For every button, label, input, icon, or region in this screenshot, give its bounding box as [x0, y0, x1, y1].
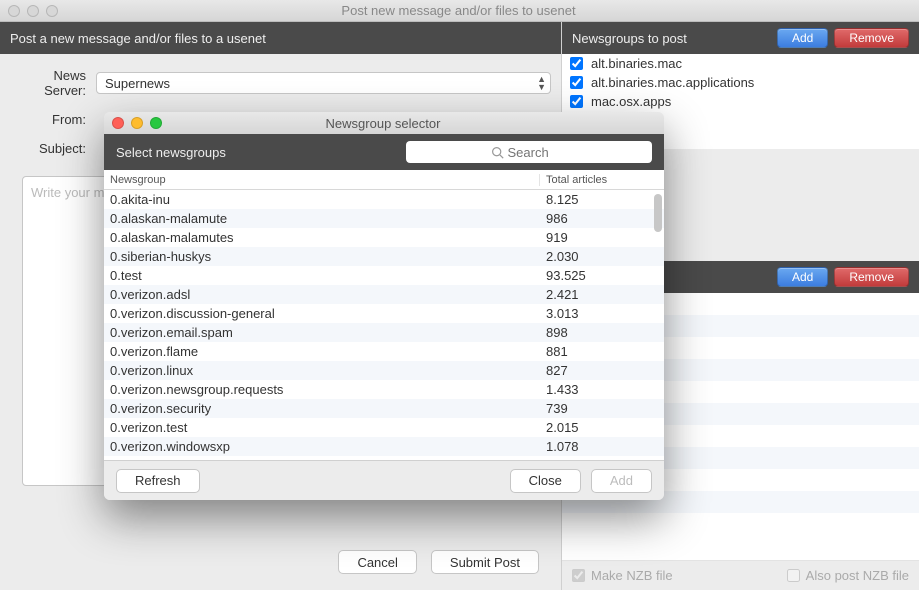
make-nzb-label: Make NZB file — [591, 568, 673, 583]
col-total-articles[interactable]: Total articles — [540, 174, 650, 186]
close-window-icon[interactable] — [8, 5, 20, 17]
col-newsgroup[interactable]: Newsgroup — [104, 174, 540, 186]
row-total: 8.125 — [540, 192, 650, 207]
newsgroup-table[interactable]: 0.akita-inu8.1250.alaskan-malamute9860.a… — [104, 190, 664, 460]
add-selected-button[interactable]: Add — [591, 469, 652, 493]
newsgroup-to-post-item[interactable]: alt.binaries.mac.applications — [562, 73, 919, 92]
newsgroup-checkbox[interactable] — [570, 95, 583, 108]
table-row[interactable]: 0.verizon.newsgroup.requests1.433 — [104, 380, 664, 399]
table-row[interactable]: 0.verizon.email.spam898 — [104, 323, 664, 342]
row-newsgroup: 0.verizon.adsl — [104, 287, 540, 302]
row-total: 2.421 — [540, 287, 650, 302]
table-row[interactable]: 0.verizon.windowsxp1.078 — [104, 437, 664, 456]
make-nzb-checkbox[interactable] — [572, 569, 585, 582]
add-file-button[interactable]: Add — [777, 267, 828, 287]
newsgroup-name: alt.binaries.mac — [591, 56, 682, 71]
cancel-button[interactable]: Cancel — [338, 550, 416, 574]
newsgroup-to-post-item[interactable]: mac.osx.apps — [562, 92, 919, 111]
row-newsgroup: 0.siberian-huskys — [104, 249, 540, 264]
row-newsgroup: 0.verizon.test — [104, 420, 540, 435]
modal-subheader: Select newsgroups — [116, 145, 406, 160]
label-from: From: — [10, 112, 96, 127]
row-newsgroup: 0.verizon.email.spam — [104, 325, 540, 340]
table-header: Newsgroup Total articles — [104, 170, 664, 190]
row-newsgroup: 0.verizon.flame — [104, 344, 540, 359]
row-total: 919 — [540, 230, 650, 245]
table-row[interactable]: 0.verizon.flame881 — [104, 342, 664, 361]
table-row[interactable]: 0.verizon.security739 — [104, 399, 664, 418]
window-title: Post new message and/or files to usenet — [58, 3, 919, 18]
zoom-window-icon[interactable] — [46, 5, 58, 17]
newsgroup-checkbox[interactable] — [570, 57, 583, 70]
modal-close-icon[interactable] — [112, 117, 124, 129]
row-newsgroup: 0.verizon.discussion-general — [104, 306, 540, 321]
remove-newsgroup-button[interactable]: Remove — [834, 28, 909, 48]
add-newsgroup-button[interactable]: Add — [777, 28, 828, 48]
also-post-nzb-label: Also post NZB file — [806, 568, 909, 583]
row-newsgroup: 0.test — [104, 268, 540, 283]
chevron-up-down-icon: ▲▼ — [537, 75, 546, 91]
table-row[interactable]: 0.verizon.discussion-general3.013 — [104, 304, 664, 323]
row-newsgroup: 0.verizon.newsgroup.requests — [104, 382, 540, 397]
newsgroup-name: alt.binaries.mac.applications — [591, 75, 754, 90]
row-total: 93.525 — [540, 268, 650, 283]
table-row[interactable]: 0.alaskan-malamute986 — [104, 209, 664, 228]
newsgroup-to-post-item[interactable]: alt.binaries.mac — [562, 54, 919, 73]
search-icon — [491, 146, 504, 159]
table-row[interactable]: 0.test93.525 — [104, 266, 664, 285]
modal-titlebar: Newsgroup selector — [104, 112, 664, 134]
news-server-select[interactable]: Supernews ▲▼ — [96, 72, 551, 94]
refresh-button[interactable]: Refresh — [116, 469, 200, 493]
label-subject: Subject: — [10, 141, 96, 156]
modal-title: Newsgroup selector — [162, 116, 664, 131]
row-total: 986 — [540, 211, 650, 226]
search-field[interactable] — [508, 145, 568, 160]
newsgroup-checkbox[interactable] — [570, 76, 583, 89]
modal-minimize-icon[interactable] — [131, 117, 143, 129]
row-total: 827 — [540, 363, 650, 378]
left-header: Post a new message and/or files to a use… — [0, 22, 561, 54]
message-placeholder: Write your m — [31, 185, 104, 200]
row-total: 3.013 — [540, 306, 650, 321]
minimize-window-icon[interactable] — [27, 5, 39, 17]
row-newsgroup: 0.alaskan-malamutes — [104, 230, 540, 245]
modal-zoom-icon[interactable] — [150, 117, 162, 129]
row-total: 1.078 — [540, 439, 650, 454]
row-total: 2.030 — [540, 249, 650, 264]
also-post-nzb-checkbox[interactable] — [787, 569, 800, 582]
row-newsgroup: 0.verizon.linux — [104, 363, 540, 378]
remove-file-button[interactable]: Remove — [834, 267, 909, 287]
table-row[interactable]: 0.akita-inu8.125 — [104, 190, 664, 209]
newsgroup-selector-modal: Newsgroup selector Select newsgroups New… — [104, 112, 664, 500]
newsgroups-header: Newsgroups to post Add Remove — [562, 22, 919, 54]
newsgroup-name: mac.osx.apps — [591, 94, 671, 109]
table-row[interactable]: 0.verizon.adsl2.421 — [104, 285, 664, 304]
search-input[interactable] — [406, 141, 652, 163]
row-newsgroup: 0.alaskan-malamute — [104, 211, 540, 226]
row-newsgroup: 0.verizon.windowsxp — [104, 439, 540, 454]
table-row[interactable]: 0.alaskan-malamutes919 — [104, 228, 664, 247]
scrollbar-thumb[interactable] — [654, 194, 662, 232]
row-total: 881 — [540, 344, 650, 359]
row-total: 2.015 — [540, 420, 650, 435]
table-row[interactable]: 0.verizon.test2.015 — [104, 418, 664, 437]
label-news-server: News Server: — [10, 68, 96, 98]
row-total: 1.433 — [540, 382, 650, 397]
left-header-label: Post a new message and/or files to a use… — [10, 31, 266, 46]
submit-post-button[interactable]: Submit Post — [431, 550, 539, 574]
row-newsgroup: 0.akita-inu — [104, 192, 540, 207]
table-row[interactable]: 0.siberian-huskys2.030 — [104, 247, 664, 266]
row-newsgroup: 0.verizon.security — [104, 401, 540, 416]
table-row[interactable]: 0.verizon.linux827 — [104, 361, 664, 380]
row-total: 898 — [540, 325, 650, 340]
window-titlebar: Post new message and/or files to usenet — [0, 0, 919, 22]
close-button[interactable]: Close — [510, 469, 581, 493]
row-total: 739 — [540, 401, 650, 416]
newsgroups-header-label: Newsgroups to post — [572, 31, 687, 46]
news-server-value: Supernews — [105, 76, 170, 91]
